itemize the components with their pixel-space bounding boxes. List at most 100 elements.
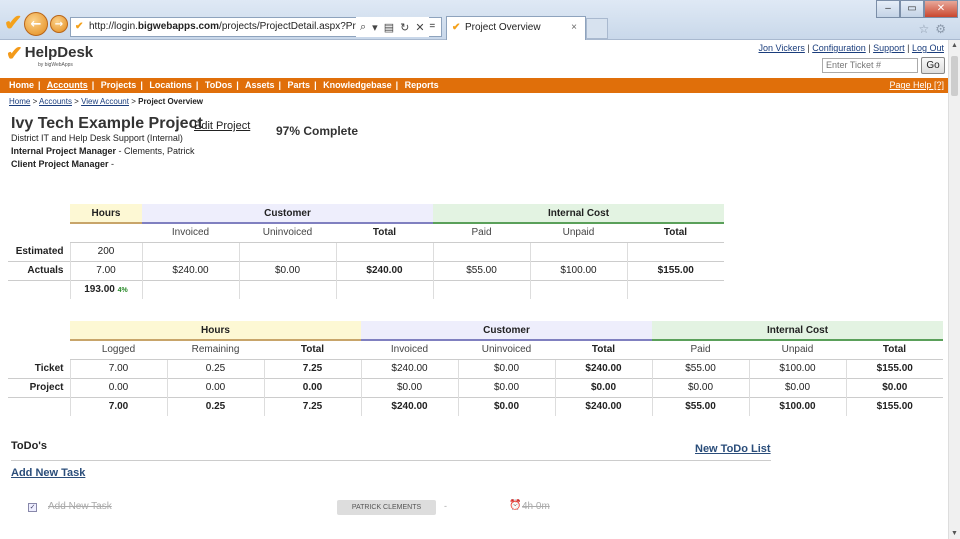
breadcrumb-sep: > [131, 97, 136, 106]
task-estimate: 4h 0m [522, 501, 550, 512]
top-links: Jon Vickers | Configuration | Support | … [758, 43, 945, 53]
cell: $155.00 [845, 397, 943, 416]
dropdown-icon[interactable]: ▾ [372, 21, 378, 34]
vertical-scrollbar[interactable]: ▲ ▼ [948, 40, 960, 539]
row-label [8, 397, 70, 416]
maximize-button[interactable]: ▭ [900, 0, 924, 18]
minimize-button[interactable]: – [876, 0, 900, 18]
forward-button[interactable]: → [50, 15, 68, 33]
favorites-icon[interactable]: ☆⚙ [918, 22, 952, 36]
task-assignee-badge[interactable]: PATRICK CLEMENTS [337, 500, 436, 515]
compat-icon[interactable]: ▤ [384, 21, 394, 34]
add-new-task-link[interactable]: Add New Task [11, 467, 85, 479]
nav-parts[interactable]: Parts [288, 80, 311, 90]
ticket-search-input[interactable]: Enter Ticket # [822, 58, 918, 73]
cell: $240.00 [554, 397, 652, 416]
row-label: Project [29, 382, 64, 393]
logo-byline: by bigWebApps [38, 62, 73, 68]
detail-col-total: Total [264, 340, 361, 360]
internal-pm: Internal Project Manager - Clements, Pat… [11, 145, 195, 158]
user-link[interactable]: Jon Vickers [759, 43, 805, 53]
search-icon[interactable]: ⌕ [360, 21, 366, 34]
breadcrumb-sep: > [32, 97, 38, 106]
cell [141, 242, 239, 261]
summary-col-invoiced: Invoiced [142, 223, 239, 243]
scroll-down-icon[interactable]: ▼ [951, 530, 958, 537]
logo-check-icon: ✔ [6, 43, 23, 65]
new-tab-button[interactable] [586, 18, 608, 39]
cell: 7.00 [69, 359, 167, 378]
cell: $155.00 [845, 359, 943, 378]
tab-favicon-icon: ✔ [452, 22, 461, 33]
task-checkbox[interactable]: ✓ [28, 503, 37, 512]
page-content: ✔ HelpDesk by bigWebApps Jon Vickers | C… [0, 40, 948, 539]
stop-icon[interactable]: ✕ [415, 21, 424, 34]
table-row: 7.00 0.25 7.25 $240.00 $0.00 $240.00 $55… [8, 397, 943, 416]
remaining-hours-cell: 193.00 4% [69, 280, 142, 299]
task-name[interactable]: Add New Task [48, 501, 112, 512]
remaining-pct: 4% [117, 287, 128, 295]
cell: $100.00 [529, 261, 627, 280]
cell: 0.00 [263, 378, 361, 397]
alarm-clock-icon: ⏰ [509, 500, 522, 511]
helpdesk-logo[interactable]: ✔ HelpDesk by bigWebApps [6, 43, 93, 68]
tab-project-overview[interactable]: ✔ Project Overview × [446, 16, 586, 40]
nav-accounts[interactable]: Accounts [47, 80, 88, 90]
cell [432, 242, 530, 261]
project-subtitle: District IT and Help Desk Support (Inter… [11, 133, 183, 143]
page-help-link[interactable]: Page Help [?] [889, 78, 944, 93]
cell: 7.25 [263, 397, 361, 416]
support-link[interactable]: Support [873, 43, 905, 53]
main-nav: Home | Accounts | Projects | Locations | ToD… [0, 78, 948, 93]
detail-col-remaining: Remaining [167, 340, 264, 360]
cell [238, 242, 336, 261]
edit-project-link[interactable]: Edit Project [194, 120, 250, 132]
scroll-up-icon[interactable]: ▲ [951, 42, 958, 49]
page-title: Ivy Tech Example Project [11, 115, 203, 132]
logout-link[interactable]: Log Out [912, 43, 944, 53]
go-button[interactable]: Go [921, 57, 945, 74]
nav-locations[interactable]: Locations [149, 80, 192, 90]
browser-logo-icon: ✔ [4, 10, 23, 35]
scrollbar-thumb[interactable] [951, 56, 958, 96]
nav-todos[interactable]: ToDos [205, 80, 232, 90]
table-row: Estimated 200 [8, 242, 724, 261]
refresh-icon[interactable]: ↻ [400, 21, 409, 34]
cell: $240.00 [360, 397, 458, 416]
nav-reports[interactable]: Reports [405, 80, 439, 90]
detail-col-total3: Total [846, 340, 943, 360]
cell [626, 242, 724, 261]
task-dash: - [444, 501, 447, 511]
cell: 7.00 [69, 261, 142, 280]
breadcrumb-home[interactable]: Home [9, 97, 30, 106]
breadcrumb-view-account[interactable]: View Account [81, 97, 129, 106]
todos-heading: ToDo's [11, 440, 48, 452]
cell: $240.00 [335, 261, 433, 280]
nav-assets[interactable]: Assets [245, 80, 275, 90]
breadcrumb-accounts[interactable]: Accounts [39, 97, 72, 106]
tab-close-icon[interactable]: × [571, 17, 577, 39]
breadcrumb: Home > Accounts > View Account > Project… [9, 97, 203, 106]
summary-col-total2: Total [627, 223, 724, 243]
cell: $0.00 [554, 378, 652, 397]
cell: $240.00 [141, 261, 239, 280]
cell: $0.00 [457, 359, 555, 378]
nav-home[interactable]: Home [9, 80, 34, 90]
internal-pm-value: - Clements, Patrick [116, 146, 195, 156]
close-window-button[interactable]: ✕ [924, 0, 958, 18]
favicon-icon: ✔ [75, 21, 84, 32]
cell: $0.00 [457, 397, 555, 416]
nav-projects[interactable]: Projects [101, 80, 137, 90]
detail-col-unpaid: Unpaid [749, 340, 846, 360]
summary-internal-header: Internal Cost [433, 204, 724, 224]
nav-knowledgebase[interactable]: Knowledgebase [323, 80, 392, 90]
cell: $0.00 [748, 378, 846, 397]
cell [529, 242, 627, 261]
cell: $0.00 [845, 378, 943, 397]
cell: $155.00 [626, 261, 724, 280]
cell: $100.00 [748, 397, 846, 416]
configuration-link[interactable]: Configuration [812, 43, 866, 53]
new-todo-list-link[interactable]: New ToDo List [695, 443, 771, 455]
back-button[interactable]: ← [24, 12, 48, 36]
row-label: Actuals [27, 265, 64, 276]
